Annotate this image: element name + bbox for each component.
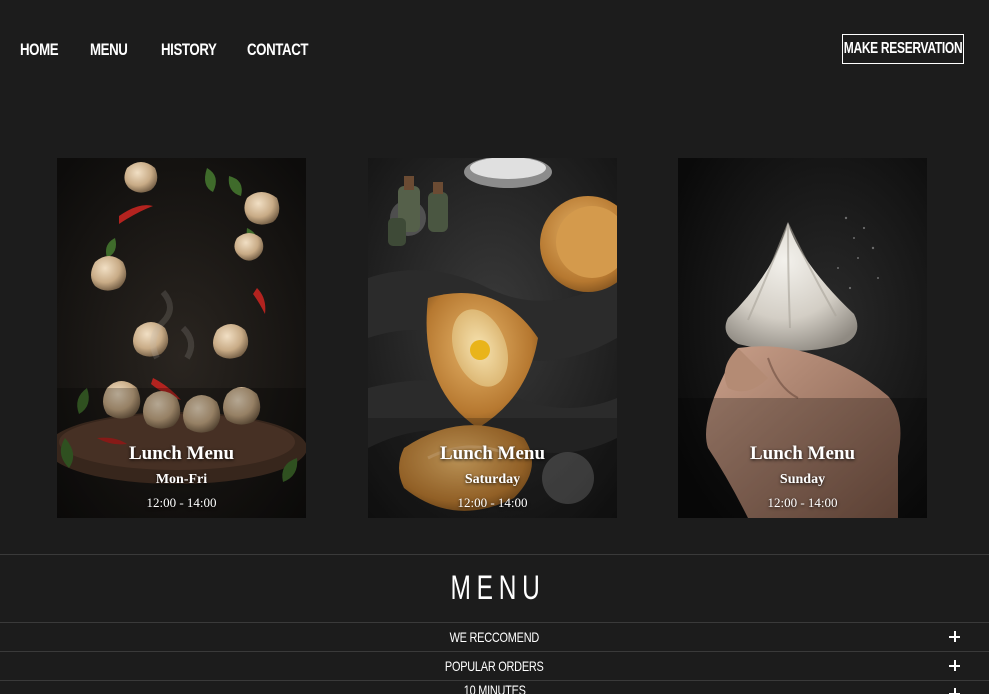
card-caption: Lunch Menu Saturday 12:00 - 14:00 <box>368 442 617 512</box>
accordion-label: 10 MINUTES <box>463 682 526 694</box>
card-caption: Lunch Menu Mon-Fri 12:00 - 14:00 <box>57 442 306 512</box>
nav-home[interactable]: HOME <box>20 38 59 62</box>
lunch-card-saturday[interactable]: Lunch Menu Saturday 12:00 - 14:00 <box>368 158 617 518</box>
card-days: Mon-Fri <box>155 472 208 487</box>
card-title: Lunch Menu <box>128 443 235 464</box>
card-caption: Lunch Menu Sunday 12:00 - 14:00 <box>678 442 927 512</box>
menu-heading: MENU <box>0 568 989 608</box>
card-title: Lunch Menu <box>439 443 546 464</box>
plus-icon[interactable] <box>948 687 962 694</box>
make-reservation-button[interactable]: MAKE RESERVATION <box>842 34 964 64</box>
accordion-10-minutes[interactable]: 10 MINUTES <box>0 676 989 694</box>
card-days: Sunday <box>779 472 826 487</box>
section-divider <box>0 554 989 555</box>
nav-contact[interactable]: CONTACT <box>247 38 308 62</box>
card-hours: 12:00 - 14:00 <box>146 495 217 510</box>
accordion-label: POPULAR ORDERS <box>445 658 544 674</box>
nav-history[interactable]: HISTORY <box>161 38 217 62</box>
nav-menu[interactable]: MENU <box>90 38 128 62</box>
lunch-card-sunday[interactable]: Lunch Menu Sunday 12:00 - 14:00 <box>678 158 927 518</box>
card-title: Lunch Menu <box>749 443 856 464</box>
card-hours: 12:00 - 14:00 <box>767 495 838 510</box>
card-hours: 12:00 - 14:00 <box>457 495 528 510</box>
accordion-we-recommend[interactable]: WE RECCOMEND <box>0 623 989 651</box>
lunch-card-weekdays[interactable]: Lunch Menu Mon-Fri 12:00 - 14:00 <box>57 158 306 518</box>
accordion-label: WE RECCOMEND <box>449 629 540 645</box>
make-reservation-label: MAKE RESERVATION <box>843 40 963 57</box>
card-days: Saturday <box>464 472 521 487</box>
plus-icon[interactable] <box>948 630 962 644</box>
menu-heading-text: MENU <box>450 569 547 607</box>
main-nav: HOME MENU HISTORY CONTACT <box>20 38 337 62</box>
plus-icon[interactable] <box>948 659 962 673</box>
